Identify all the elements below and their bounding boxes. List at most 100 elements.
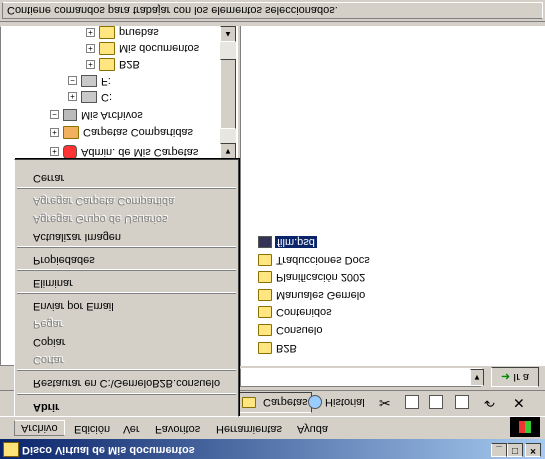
history-label: Historial — [325, 396, 365, 409]
drive-icon — [81, 75, 97, 87]
scroll-down-button[interactable]: ▼ — [220, 143, 236, 159]
move-to-button[interactable] — [426, 392, 446, 413]
menu-favoritos[interactable]: Favoritos — [149, 420, 206, 436]
scroll-up-button[interactable]: ▲ — [220, 26, 236, 42]
go-button[interactable]: ➜ Ir a — [491, 367, 539, 387]
menu-item-cerrar[interactable]: Cerrar — [33, 172, 64, 184]
folder-icon — [258, 254, 272, 266]
tree-item-myfiles[interactable]: − Mis Archivos — [50, 109, 143, 121]
scrollbar-thumb[interactable] — [220, 59, 236, 129]
collapse-icon: − — [68, 76, 77, 86]
title-bar: Disco Virtual de Mis documentos _ □ × — [0, 439, 545, 459]
folder-icon — [99, 42, 115, 55]
file-item-film-psd[interactable]: film.psd — [258, 236, 317, 248]
menu-item-restaurar[interactable]: Restaurar en C:\GemeloB2B.consuelo — [33, 377, 220, 389]
menu-item-agregar-carpeta: Agregar Carpeta Compartida — [33, 195, 175, 207]
minimize-button[interactable]: _ — [491, 443, 507, 457]
file-item-manuales[interactable]: Manuales Gemelo — [258, 289, 365, 301]
file-label: Manuales Gemelo — [276, 289, 366, 301]
file-label: Contenidos — [276, 306, 332, 318]
menu-separator — [17, 292, 236, 294]
copy-to-button[interactable] — [402, 392, 422, 413]
tree-item-shared[interactable]: + Carpetas Compartidas — [50, 126, 193, 139]
disk-icon — [3, 442, 19, 457]
menu-archivo[interactable]: Archivo — [14, 420, 65, 436]
file-item-b2b[interactable]: B2B — [258, 342, 297, 354]
folder-icon — [99, 58, 115, 71]
address-input[interactable] — [240, 368, 482, 387]
menu-item-pegar: Pegar — [33, 318, 63, 330]
paste-button[interactable] — [452, 392, 472, 413]
paste-icon — [455, 395, 469, 410]
menu-item-eliminar[interactable]: Eliminar — [33, 277, 73, 289]
menu-herramientas[interactable]: Herramientas — [210, 420, 288, 436]
file-item-planificacion[interactable]: Planificación 2002 — [258, 271, 365, 283]
archivo-menu: Abrir Restaurar en C:\GemeloB2B.consuelo… — [14, 159, 239, 417]
tree-item-b2b[interactable]: + B2B — [86, 58, 140, 71]
file-label: Consuelo — [276, 324, 323, 336]
address-dropdown-button[interactable]: ▼ — [470, 369, 484, 386]
folder-icon — [258, 306, 272, 318]
move-to-icon — [429, 395, 443, 410]
tree-item-c[interactable]: + C: — [68, 91, 112, 103]
tree-item-mydocs[interactable]: + Mis documentos — [86, 42, 199, 55]
folders-button[interactable]: Carpetas — [238, 392, 312, 413]
drive-icon — [81, 91, 97, 103]
maximize-button[interactable]: □ — [507, 443, 523, 457]
status-text: Contiene comandos para trabajar con los … — [2, 2, 543, 19]
menu-separator — [17, 369, 236, 371]
menu-separator — [17, 246, 236, 248]
folder-icon — [258, 324, 272, 336]
expand-icon: + — [50, 147, 59, 157]
explorer-window: Disco Virtual de Mis documentos _ □ × Ar… — [0, 0, 545, 459]
menu-separator — [17, 269, 236, 271]
history-button[interactable]: Historial — [305, 392, 368, 413]
menu-ayuda[interactable]: Ayuda — [291, 420, 334, 436]
folder-icon — [99, 26, 115, 39]
tree-label: B2B — [119, 58, 140, 71]
tree-label: Admin. de Mis Carpetas — [81, 146, 199, 158]
menu-edicion[interactable]: Edición — [68, 420, 116, 436]
expand-icon: + — [68, 92, 77, 102]
close-button[interactable]: × — [525, 443, 541, 457]
menu-item-abrir[interactable]: Abrir — [33, 401, 59, 413]
tree-item-admin[interactable]: + Admin. de Mis Carpetas — [50, 145, 198, 159]
menu-item-enviar-email[interactable]: Enviar por Email — [33, 300, 114, 312]
menu-item-propiedades[interactable]: Propiedades — [33, 254, 95, 266]
tree-label: pruebas — [119, 26, 159, 39]
tree-label: Mis Archivos — [81, 109, 143, 121]
menu-ver[interactable]: Ver — [117, 420, 146, 436]
menu-item-copiar[interactable]: Copiar — [33, 336, 65, 348]
tree-item-pruebas[interactable]: + pruebas — [86, 26, 159, 39]
tree-label: C: — [101, 91, 112, 103]
menu-item-actualizar-imagen[interactable]: Actualizar Imagen — [33, 231, 121, 243]
undo-button[interactable]: ↶ — [481, 392, 498, 413]
tree-item-f[interactable]: − F: — [68, 75, 111, 87]
image-file-icon — [258, 236, 272, 248]
folder-icon — [242, 397, 256, 408]
cut-button[interactable]: ✂ — [376, 392, 394, 413]
undo-icon: ↶ — [484, 395, 495, 411]
file-item-traducciones[interactable]: Traducciones Docs — [258, 254, 370, 266]
chevron-down-icon: ▼ — [473, 373, 481, 382]
folder-icon — [258, 342, 272, 354]
file-label: Traducciones Docs — [276, 254, 370, 266]
windows-logo-icon — [510, 417, 540, 437]
go-arrow-icon: ➜ — [500, 370, 511, 383]
expand-icon: + — [86, 28, 95, 37]
tree-label: Carpetas Compartidas — [83, 126, 194, 139]
file-item-contenidos[interactable]: Contenidos — [258, 306, 332, 318]
expand-icon: + — [86, 44, 95, 53]
menu-item-agregar-grupo: Agregar Grupo de Usuarios — [33, 213, 168, 225]
file-label: film.psd — [275, 236, 317, 248]
menu-separator — [17, 393, 236, 395]
expand-icon: + — [50, 128, 59, 137]
file-label: Planificación 2002 — [276, 271, 366, 283]
folder-icon — [258, 289, 272, 301]
file-item-consuelo[interactable]: Consuelo — [258, 324, 322, 336]
delete-x-icon: ✕ — [513, 395, 525, 411]
tree-label: Mis documentos — [119, 42, 200, 55]
copy-to-icon — [405, 395, 419, 410]
delete-button[interactable]: ✕ — [510, 392, 528, 413]
folder-icon — [258, 271, 272, 283]
